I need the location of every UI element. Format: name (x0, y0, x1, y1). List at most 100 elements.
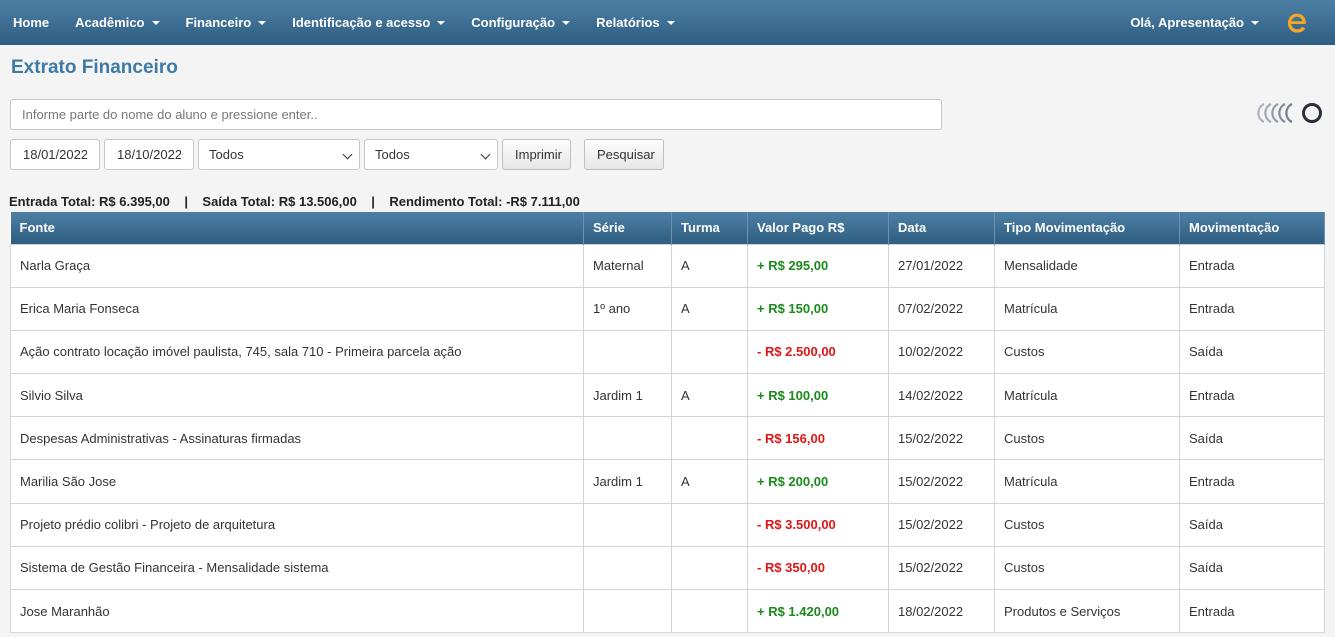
column-header[interactable]: Data (888, 212, 995, 244)
filter-bar: Todos Todos Imprimir Pesquisar (10, 139, 664, 170)
cell-serie (583, 588, 672, 634)
table-row[interactable]: Ação contrato locação imóvel paulista, 7… (10, 329, 1325, 375)
column-header[interactable]: Movimentação (1179, 212, 1325, 244)
cell-turma (671, 416, 748, 461)
cell-valor: + R$ 100,00 (747, 373, 889, 418)
nav-menu: Home Acadêmico Financeiro Identificação e a… (0, 0, 688, 45)
user-menu[interactable]: Olá, Apresentação (1130, 15, 1259, 30)
table-body: Narla Graça Maternal A + R$ 295,00 27/01/202… (10, 243, 1325, 634)
cell-mov: Entrada (1179, 286, 1325, 331)
cell-valor: - R$ 3.500,00 (747, 502, 889, 547)
start-date-input[interactable] (10, 139, 100, 170)
print-button[interactable]: Imprimir (502, 139, 571, 170)
table-row[interactable]: Sistema de Gestão Financeira - Mensalida… (10, 545, 1325, 591)
brand-mark-icon (1257, 103, 1322, 123)
cell-valor: + R$ 150,00 (747, 286, 889, 331)
cell-fonte: Despesas Administrativas - Assinaturas f… (10, 416, 584, 461)
student-search-input[interactable] (10, 99, 942, 130)
table-row[interactable]: Narla Graça Maternal A + R$ 295,00 27/01/202… (10, 243, 1325, 288)
chevron-down-icon (1251, 20, 1259, 25)
column-header[interactable]: Valor Pago R$ (747, 212, 889, 244)
cell-tipo: Mensalidade (994, 243, 1180, 288)
cell-turma (671, 545, 748, 591)
filter-select-2-value: Todos (375, 147, 410, 162)
cell-data: 07/02/2022 (888, 286, 995, 331)
cell-data: 10/02/2022 (888, 329, 995, 375)
nav-item-1[interactable]: Acadêmico (62, 0, 172, 45)
cell-serie: Jardim 1 (583, 373, 672, 418)
cell-fonte: Marilia São Jose (10, 459, 584, 504)
cell-tipo: Custos (994, 329, 1180, 375)
filter-select-2[interactable]: Todos (364, 139, 498, 170)
cell-valor: - R$ 350,00 (747, 545, 889, 591)
cell-mov: Entrada (1179, 588, 1325, 634)
chevron-down-icon (480, 149, 491, 160)
chevron-down-icon (342, 149, 353, 160)
cell-serie (583, 329, 672, 375)
cell-valor: + R$ 295,00 (747, 243, 889, 288)
table-row[interactable]: Jose Maranhão + R$ 1.420,00 18/02/2022 Prod… (10, 588, 1325, 634)
table-row[interactable]: Despesas Administrativas - Assinaturas f… (10, 416, 1325, 461)
cell-mov: Saída (1179, 416, 1325, 461)
cell-turma: A (671, 459, 748, 504)
cell-tipo: Custos (994, 502, 1180, 547)
nav-item-label: Home (13, 15, 50, 30)
chevron-down-icon (562, 20, 571, 25)
nav-item-4[interactable]: Configuração (458, 0, 583, 45)
financial-statement-table: Fonte Série Turma Valor Pago R$ Data Tipo Mov… (10, 212, 1325, 634)
table-row[interactable]: Projeto prédio colibri - Projeto de arqu… (10, 502, 1325, 547)
search-button[interactable]: Pesquisar (584, 139, 664, 170)
cell-turma: A (671, 243, 748, 288)
filter-select-1-value: Todos (209, 147, 244, 162)
nav-item-3[interactable]: Identificação e acesso (279, 0, 458, 45)
cell-tipo: Matrícula (994, 286, 1180, 331)
cell-serie (583, 502, 672, 547)
page-title: Extrato Financeiro (11, 57, 178, 78)
cell-turma (671, 502, 748, 547)
cell-valor: + R$ 200,00 (747, 459, 889, 504)
cell-data: 15/02/2022 (888, 459, 995, 504)
cell-turma (671, 588, 748, 634)
nav-item-2[interactable]: Financeiro (173, 0, 280, 45)
cell-turma: A (671, 373, 748, 418)
nav-item-0[interactable]: Home (0, 0, 62, 45)
cell-fonte: Silvio Silva (10, 373, 584, 418)
cell-tipo: Matrícula (994, 373, 1180, 418)
nav-item-label: Identificação e acesso (292, 15, 431, 30)
table-row[interactable]: Erica Maria Fonseca 1º ano A + R$ 150,00 07/… (10, 286, 1325, 331)
end-date-input[interactable] (104, 139, 194, 170)
cell-data: 27/01/2022 (888, 243, 995, 288)
cell-serie: 1º ano (583, 286, 672, 331)
totals-summary: Entrada Total: R$ 6.395,00 | Saída Total… (9, 194, 580, 209)
cell-mov: Saída (1179, 329, 1325, 375)
filter-select-1[interactable]: Todos (198, 139, 360, 170)
table-header-row: Fonte Série Turma Valor Pago R$ Data Tipo Mov… (10, 212, 1325, 244)
chevron-down-icon (666, 20, 675, 25)
cell-mov: Saída (1179, 502, 1325, 547)
cell-mov: Entrada (1179, 243, 1325, 288)
cell-mov: Entrada (1179, 459, 1325, 504)
column-header[interactable]: Turma (671, 212, 748, 244)
cell-fonte: Sistema de Gestão Financeira - Mensalida… (10, 545, 584, 591)
column-header[interactable]: Fonte (10, 212, 584, 244)
nav-item-5[interactable]: Relatórios (583, 0, 688, 45)
cell-tipo: Produtos e Serviços (994, 588, 1180, 634)
cell-fonte: Jose Maranhão (10, 588, 584, 634)
table-row[interactable]: Marilia São Jose Jardim 1 A + R$ 200,00 15/0… (10, 459, 1325, 504)
nav-item-label: Acadêmico (75, 15, 145, 30)
cell-turma: A (671, 286, 748, 331)
cell-valor: - R$ 156,00 (747, 416, 889, 461)
user-menu-label: Olá, Apresentação (1130, 15, 1244, 30)
cell-valor: + R$ 1.420,00 (747, 588, 889, 634)
chevron-down-icon (437, 20, 446, 25)
cell-tipo: Matrícula (994, 459, 1180, 504)
cell-turma (671, 329, 748, 375)
cell-serie: Jardim 1 (583, 459, 672, 504)
chevron-down-icon (258, 20, 267, 25)
table-row[interactable]: Silvio Silva Jardim 1 A + R$ 100,00 14/02/20… (10, 373, 1325, 418)
column-header[interactable]: Série (583, 212, 672, 244)
app-logo-icon[interactable] (1285, 11, 1309, 35)
cell-data: 15/02/2022 (888, 545, 995, 591)
column-header[interactable]: Tipo Movimentação (994, 212, 1180, 244)
top-navbar: Home Acadêmico Financeiro Identificação e a… (0, 0, 1335, 45)
